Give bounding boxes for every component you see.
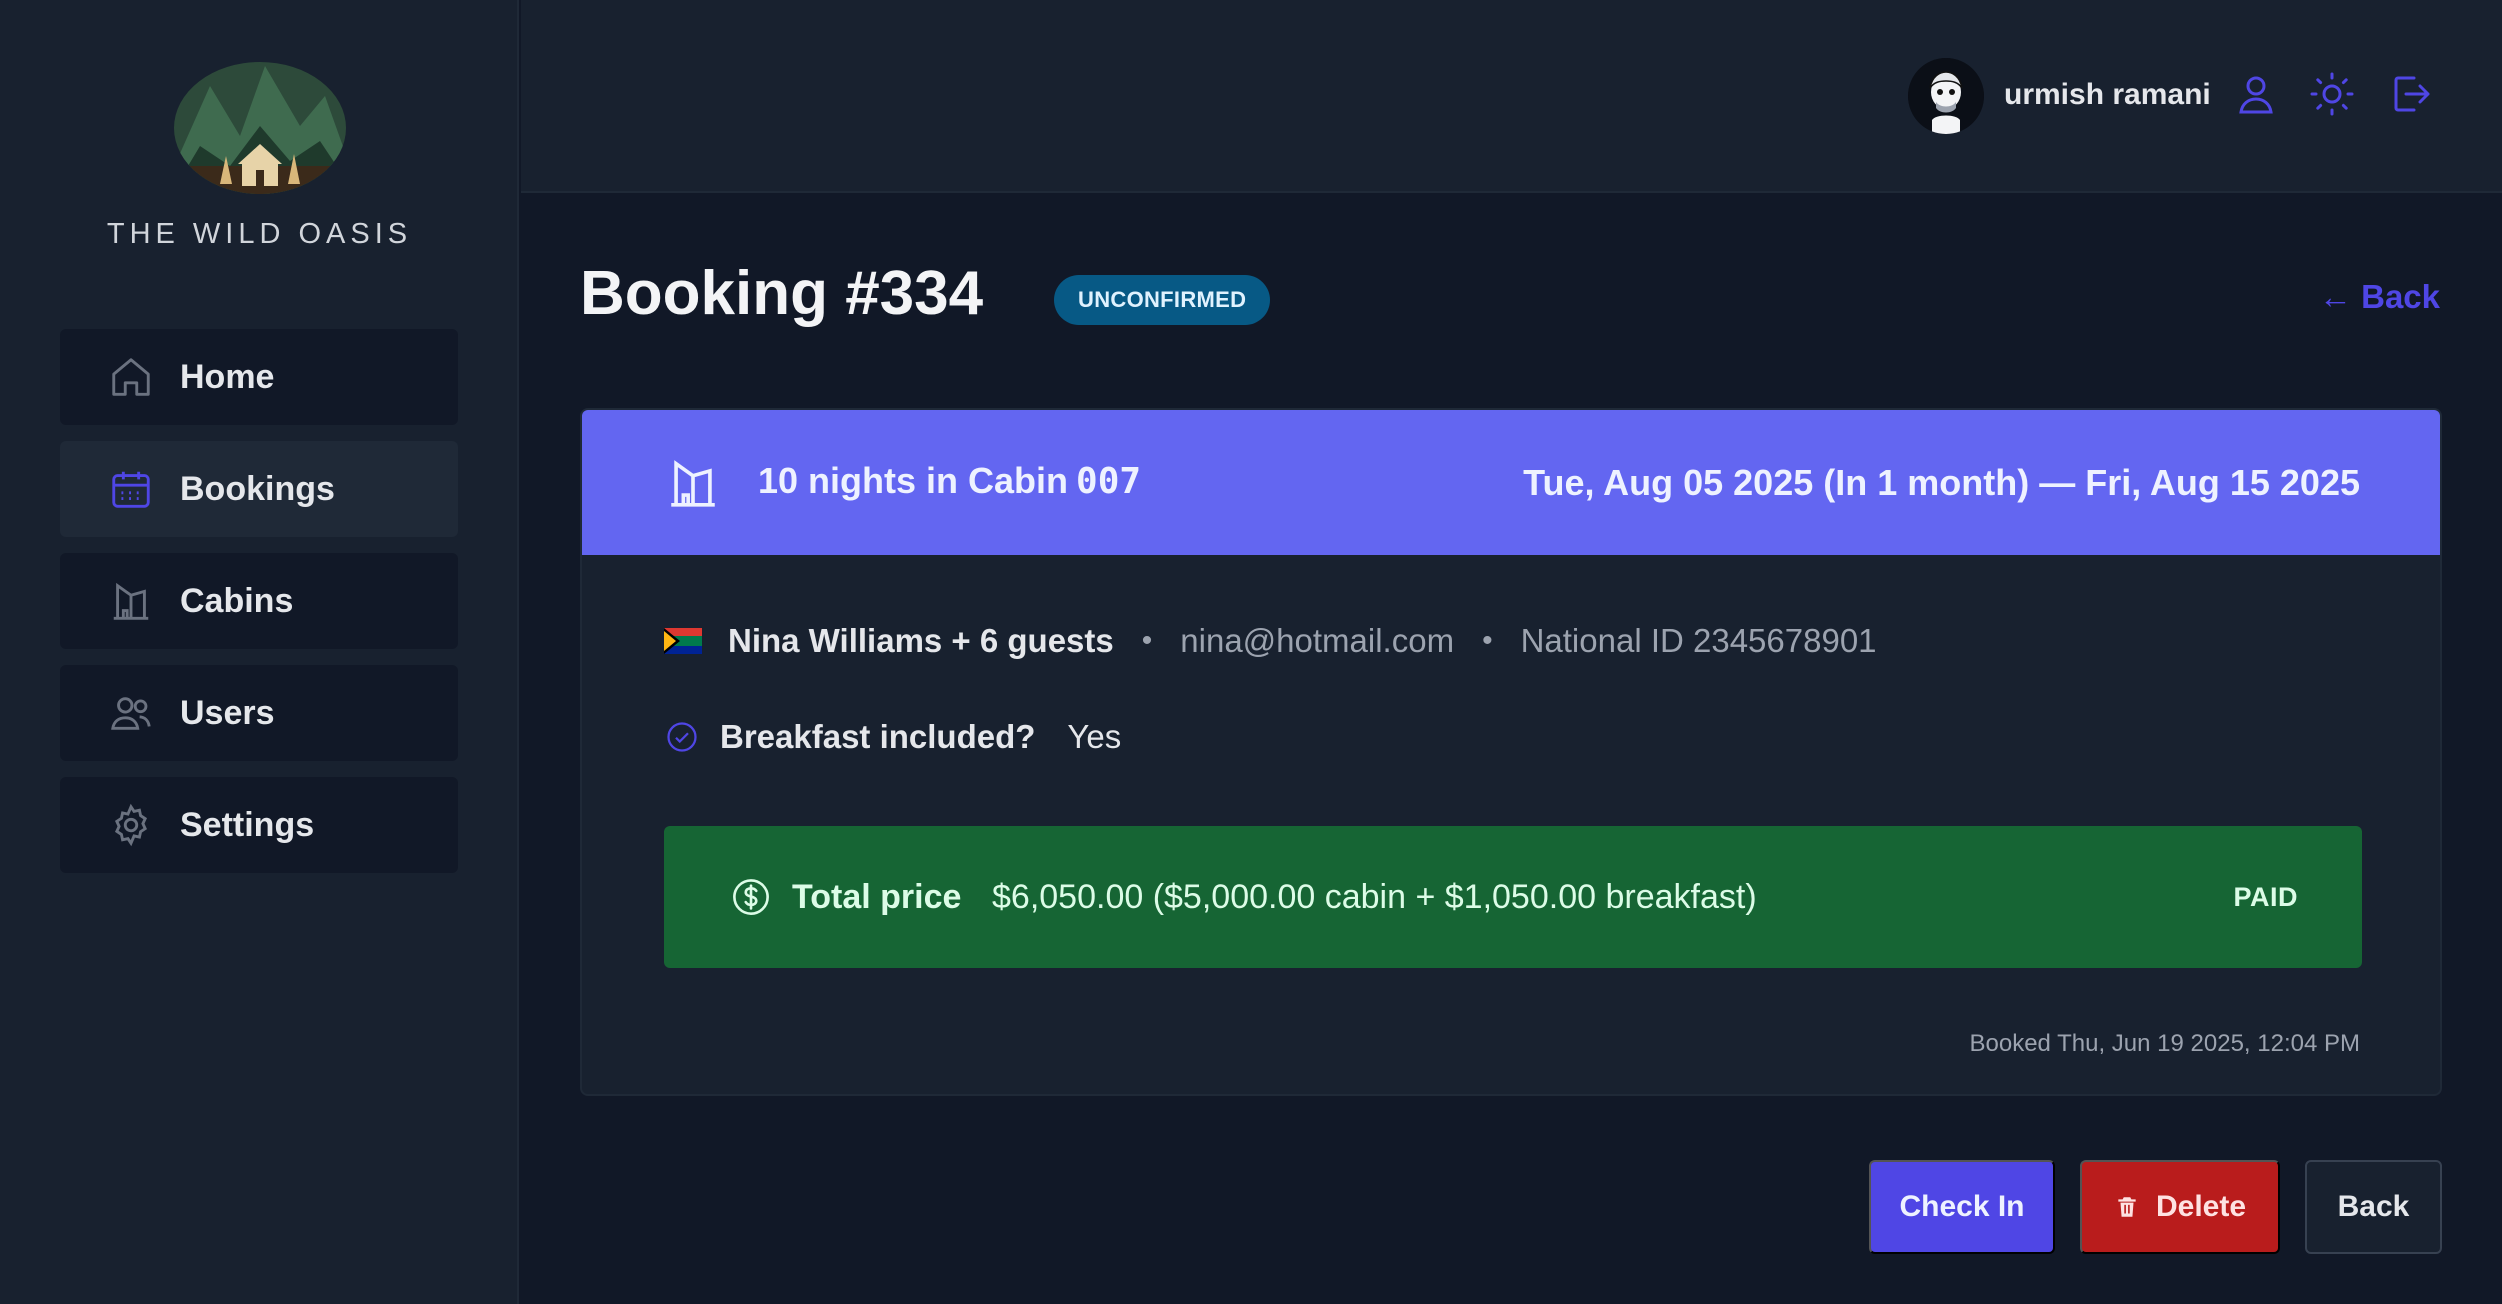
- separator-dot: •: [1141, 624, 1153, 657]
- price-value: $6,050.00 ($5,000.00 cabin + $1,050.00 b…: [992, 878, 1757, 916]
- nights-text: 10 nights in Cabin: [758, 460, 1069, 501]
- booking-dates: Tue, Aug 05 2025 (In 1 month) — Fri, Aug…: [1523, 462, 2360, 503]
- breakfast-value: Yes: [1067, 718, 1122, 755]
- guest-email: nina@hotmail.com: [1180, 622, 1455, 659]
- logo: [170, 56, 350, 196]
- back-button[interactable]: Back: [2305, 1160, 2442, 1254]
- flag-icon: [664, 628, 702, 654]
- breakfast-info: Breakfast included? Yes: [664, 718, 1121, 756]
- breakfast-label: Breakfast included?: [720, 718, 1036, 755]
- user-icon[interactable]: [2232, 70, 2280, 118]
- sidebar-item-home[interactable]: Home: [60, 329, 458, 425]
- sidebar-item-label: Bookings: [180, 469, 335, 508]
- delete-label: Delete: [2155, 1190, 2247, 1223]
- cabin-code: 007: [1076, 461, 1142, 502]
- national-id: National ID 2345678901: [1520, 622, 1877, 659]
- calendar-icon: [108, 466, 154, 512]
- gear-icon: [108, 802, 154, 848]
- sun-icon[interactable]: [2308, 70, 2356, 118]
- sidebar-item-label: Users: [180, 693, 275, 732]
- check-in-button[interactable]: Check In: [1869, 1160, 2055, 1254]
- dollar-icon: [730, 876, 772, 918]
- back-link[interactable]: ← Back: [2319, 278, 2440, 316]
- booking-card: 10 nights in Cabin 007 Tue, Aug 05 2025 (…: [580, 408, 2442, 1096]
- users-icon: [108, 690, 154, 736]
- sidebar-item-users[interactable]: Users: [60, 665, 458, 761]
- page-title: Booking #334: [580, 259, 984, 328]
- sidebar-item-cabins[interactable]: Cabins: [60, 553, 458, 649]
- price-label: Total price: [792, 878, 962, 916]
- building-icon: [664, 454, 722, 512]
- avatar: [1908, 58, 1984, 134]
- paid-status: PAID: [2233, 882, 2298, 912]
- sidebar-item-settings[interactable]: Settings: [60, 777, 458, 873]
- sidebar: THE WILD OASIS Home Bookings Cabins User…: [0, 0, 519, 1304]
- guest-name: Nina Williams + 6 guests: [728, 622, 1114, 659]
- booking-header-band: 10 nights in Cabin 007 Tue, Aug 05 2025 (…: [582, 410, 2440, 555]
- guest-info: Nina Williams + 6 guests • nina@hotmail.…: [664, 622, 1877, 660]
- username: urmish ramani: [2004, 78, 2211, 111]
- booked-timestamp: Booked Thu, Jun 19 2025, 12:04 PM: [1969, 1030, 2360, 1057]
- delete-button[interactable]: Delete: [2080, 1160, 2280, 1254]
- sidebar-item-label: Cabins: [180, 581, 294, 620]
- status-badge: UNCONFIRMED: [1054, 275, 1271, 325]
- trash-icon: [2114, 1194, 2140, 1220]
- brand-name: THE WILD OASIS: [106, 218, 413, 250]
- separator-dot: •: [1482, 624, 1493, 657]
- sidebar-item-label: Home: [180, 357, 275, 396]
- nights-cabin: 10 nights in Cabin 007: [758, 460, 1141, 502]
- price-box: Total price $6,050.00 ($5,000.00 cabin +…: [664, 826, 2362, 968]
- building-icon: [108, 578, 154, 624]
- home-icon: [108, 354, 154, 400]
- logout-icon[interactable]: [2386, 70, 2434, 118]
- sidebar-item-bookings[interactable]: Bookings: [60, 441, 458, 537]
- check-circle-icon: [664, 719, 700, 755]
- sidebar-item-label: Settings: [180, 805, 315, 844]
